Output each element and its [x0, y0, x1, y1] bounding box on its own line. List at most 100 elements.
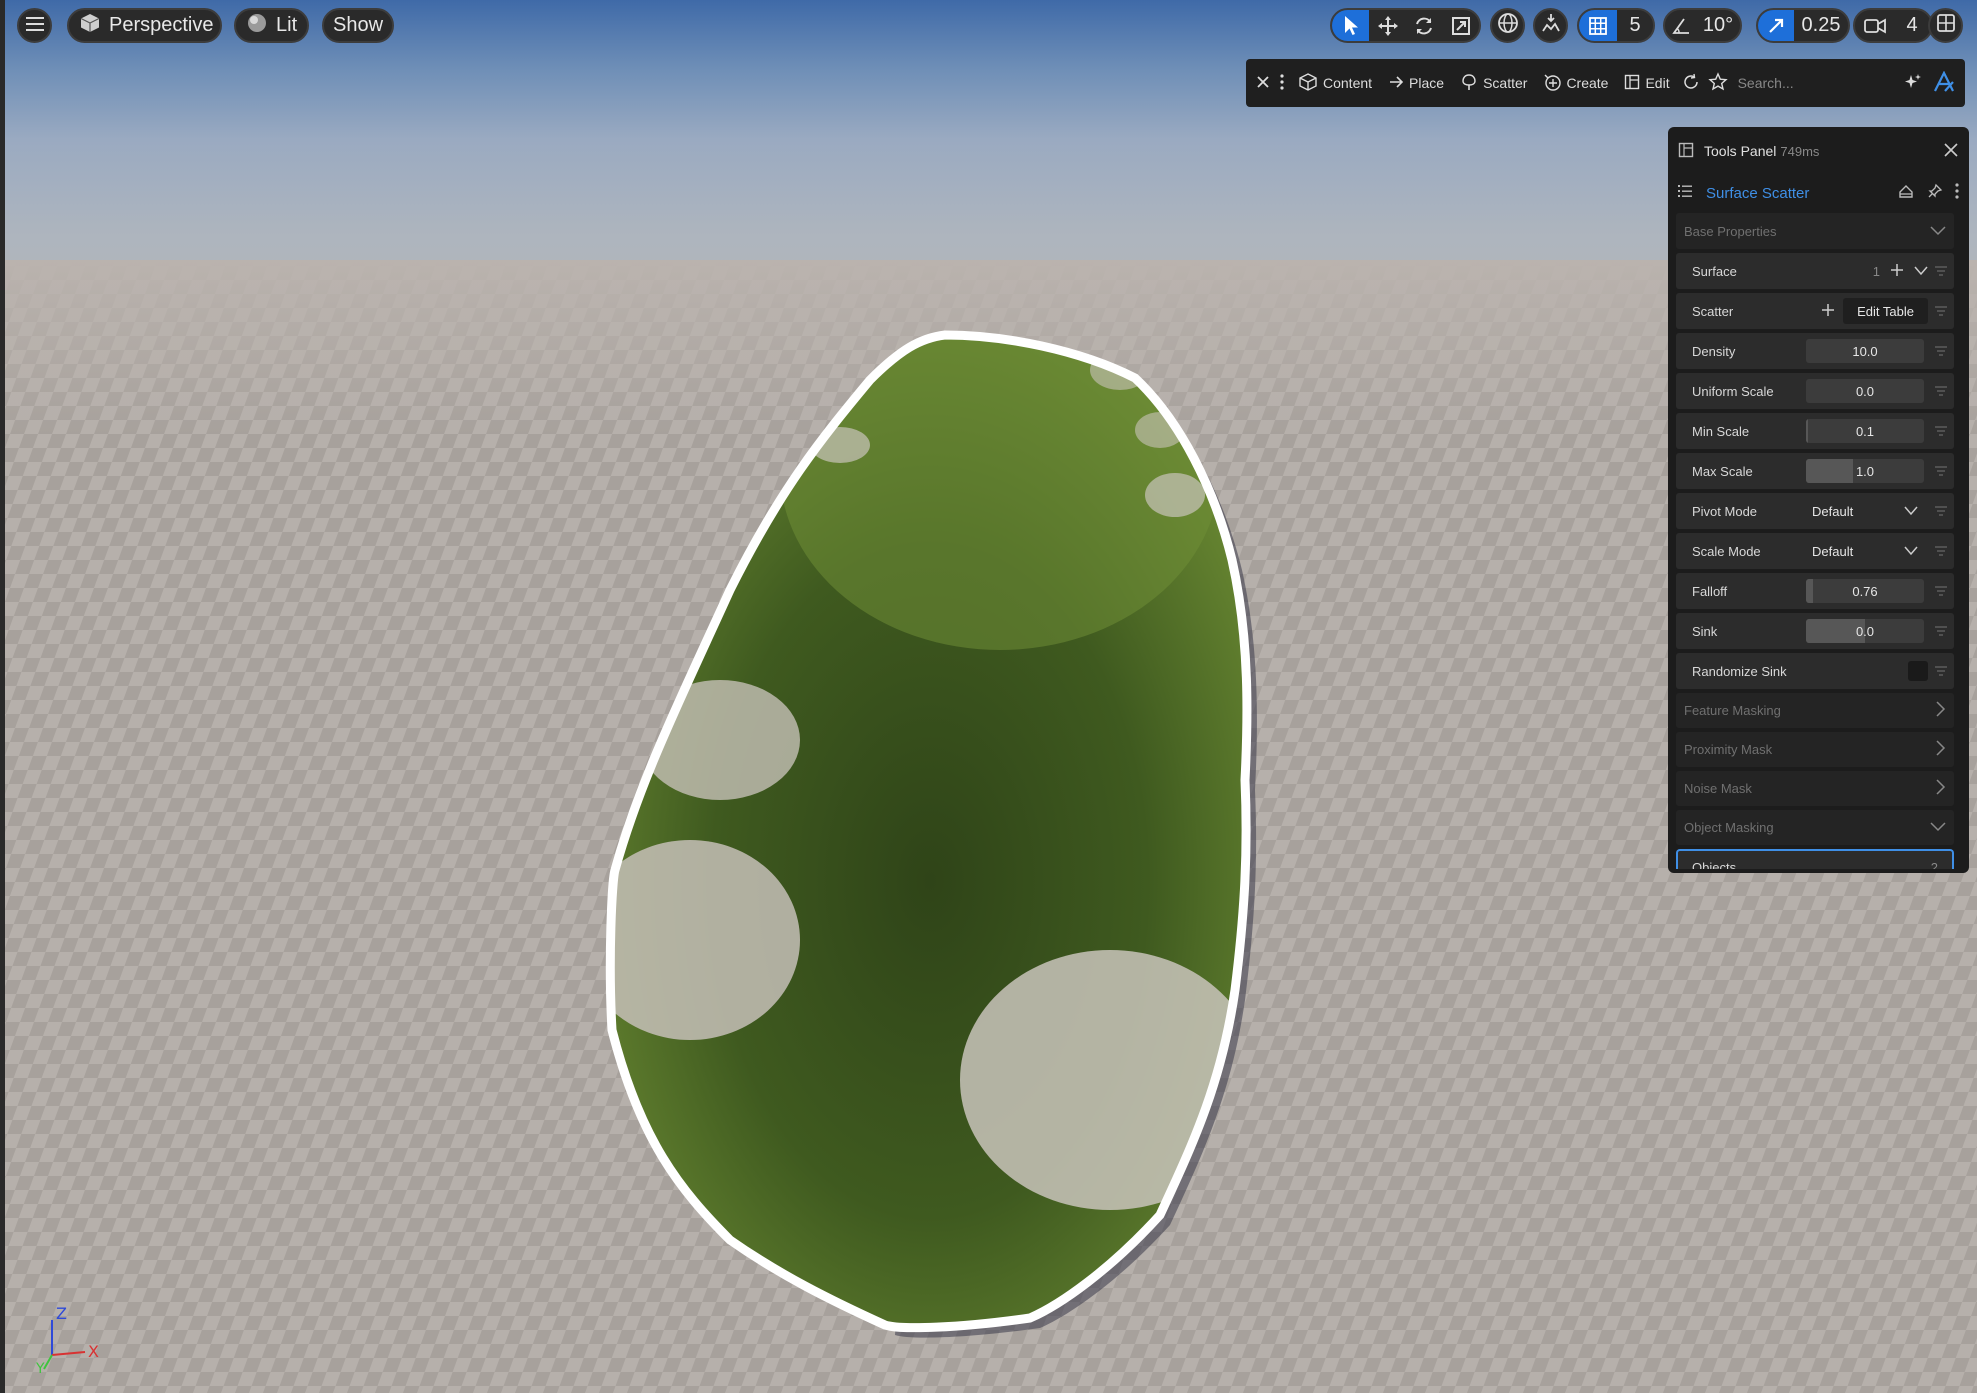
favorites-button[interactable] [1704, 59, 1732, 107]
select-tool[interactable] [1332, 10, 1370, 41]
viewport[interactable]: Perspective Lit Show 5 10° 0.25 4 Conten… [0, 0, 1977, 1393]
rotation-snap-value[interactable]: 10° [1697, 10, 1739, 41]
row-options-icon[interactable] [1934, 626, 1948, 636]
sink-label: Sink [1692, 623, 1718, 639]
pivot-mode-dropdown[interactable]: Default [1806, 499, 1924, 523]
edit-table-button[interactable]: Edit Table [1843, 298, 1928, 324]
camera-icon [1863, 17, 1887, 35]
feature-masking-label: Feature Masking [1684, 703, 1781, 718]
surface-snap-button[interactable] [1533, 8, 1568, 43]
max-scale-row: Max Scale 1.0 [1676, 453, 1954, 489]
close-mode-button[interactable] [1246, 59, 1274, 107]
feature-masking-section[interactable]: Feature Masking [1676, 693, 1954, 728]
noise-mask-section[interactable]: Noise Mask [1676, 771, 1954, 806]
globe-icon [1497, 12, 1519, 40]
chevron-down-icon[interactable] [1914, 264, 1928, 279]
row-options-icon[interactable] [1934, 386, 1948, 396]
min-scale-field[interactable]: 0.1 [1806, 419, 1924, 443]
grid-snap-toggle[interactable] [1579, 10, 1617, 41]
create-plus-icon [1543, 73, 1562, 94]
history-icon [1682, 73, 1700, 94]
row-options-icon[interactable] [1934, 506, 1948, 516]
surface-snap-icon [1540, 12, 1562, 40]
row-options-icon[interactable] [1934, 426, 1948, 436]
objects-row[interactable]: Objects 2 [1676, 849, 1954, 869]
close-icon [1256, 75, 1270, 92]
row-options-icon[interactable] [1934, 266, 1948, 276]
rotation-snap-toggle[interactable] [1665, 10, 1697, 41]
modeling-tools-icon [1933, 70, 1955, 96]
row-options-icon[interactable] [1934, 346, 1948, 356]
scale-tool[interactable] [1442, 10, 1479, 41]
density-field[interactable]: 10.0 [1806, 339, 1924, 363]
row-options-icon[interactable] [1934, 546, 1948, 556]
place-tab[interactable]: Place [1380, 59, 1452, 107]
scale-snap-toggle[interactable] [1758, 10, 1794, 41]
add-surface-button[interactable] [1890, 263, 1904, 280]
move-tool[interactable] [1369, 10, 1406, 41]
chevron-down-icon [1904, 544, 1918, 559]
max-scale-label: Max Scale [1692, 463, 1753, 479]
density-row: Density 10.0 [1676, 333, 1954, 369]
pivot-mode-row: Pivot Mode Default [1676, 493, 1954, 529]
max-scale-field[interactable]: 1.0 [1806, 459, 1924, 483]
tool-search-input[interactable]: Search... [1738, 75, 1897, 91]
row-options-icon[interactable] [1934, 306, 1948, 316]
randomize-sink-label: Randomize Sink [1692, 663, 1787, 679]
grid-snap-value[interactable]: 5 [1617, 10, 1653, 41]
angle-icon [1671, 16, 1691, 36]
modeling-tools-button[interactable] [1929, 59, 1965, 107]
surface-count: 1 [1872, 263, 1880, 279]
rotate-tool[interactable] [1406, 10, 1443, 41]
content-tab[interactable]: Content [1290, 59, 1380, 107]
show-button[interactable]: Show [322, 8, 394, 43]
object-masking-label: Object Masking [1684, 820, 1774, 835]
scatter-row: Scatter Edit Table [1676, 293, 1954, 329]
density-label: Density [1692, 343, 1736, 359]
proximity-mask-section[interactable]: Proximity Mask [1676, 732, 1954, 767]
sink-field[interactable]: 0.0 [1806, 619, 1924, 643]
history-button[interactable] [1678, 59, 1704, 107]
surface-row: Surface 1 [1676, 253, 1954, 289]
sparkle-icon [1903, 72, 1923, 95]
scale-snap-value[interactable]: 0.25 [1794, 10, 1848, 41]
edit-tab[interactable]: Edit [1616, 59, 1677, 107]
perspective-button[interactable]: Perspective [67, 8, 222, 43]
base-properties-section[interactable]: Base Properties [1676, 213, 1954, 249]
world-space-button[interactable] [1490, 8, 1525, 43]
camera-speed-value[interactable]: 4 [1895, 10, 1929, 41]
camera-speed-group: 4 [1853, 8, 1933, 43]
scale-snap-group: 0.25 [1756, 8, 1850, 43]
row-options-icon[interactable] [1934, 586, 1948, 596]
falloff-field[interactable]: 0.76 [1806, 579, 1924, 603]
lit-button[interactable]: Lit [234, 8, 309, 43]
add-scatter-button[interactable] [1821, 303, 1835, 320]
content-label: Content [1323, 75, 1373, 91]
viewport-layout-button[interactable] [1928, 8, 1963, 43]
randomize-sink-checkbox[interactable] [1908, 661, 1928, 681]
uniform-scale-field[interactable]: 0.0 [1806, 379, 1924, 403]
move-icon [1377, 15, 1399, 37]
cursor-icon [1342, 15, 1360, 37]
close-panel-button[interactable] [1943, 142, 1959, 161]
noise-mask-label: Noise Mask [1684, 781, 1752, 796]
row-options-icon[interactable] [1934, 466, 1948, 476]
axis-gizmo: Z X Y [35, 1305, 99, 1375]
object-masking-section[interactable]: Object Masking [1676, 810, 1954, 845]
eraser-icon[interactable] [1897, 182, 1915, 205]
row-options-icon[interactable] [1934, 666, 1948, 676]
main-menu-button[interactable] [17, 8, 52, 43]
create-tab[interactable]: Create [1535, 59, 1616, 107]
pin-icon[interactable] [1927, 183, 1943, 204]
camera-speed-toggle[interactable] [1855, 10, 1895, 41]
tool-properties: Base Properties Surface 1 Scatter Edit T… [1676, 213, 1954, 869]
scatter-tab[interactable]: Scatter [1452, 59, 1535, 107]
list-icon[interactable] [1678, 184, 1694, 203]
place-label: Place [1409, 75, 1445, 91]
more-vertical-icon[interactable] [1955, 182, 1959, 204]
scale-mode-dropdown[interactable]: Default [1806, 539, 1924, 563]
mode-options-button[interactable] [1274, 59, 1290, 107]
ai-assist-button[interactable] [1897, 59, 1929, 107]
tool-title-row: Surface Scatter [1668, 175, 1969, 211]
sink-value: 0.0 [1855, 623, 1875, 639]
